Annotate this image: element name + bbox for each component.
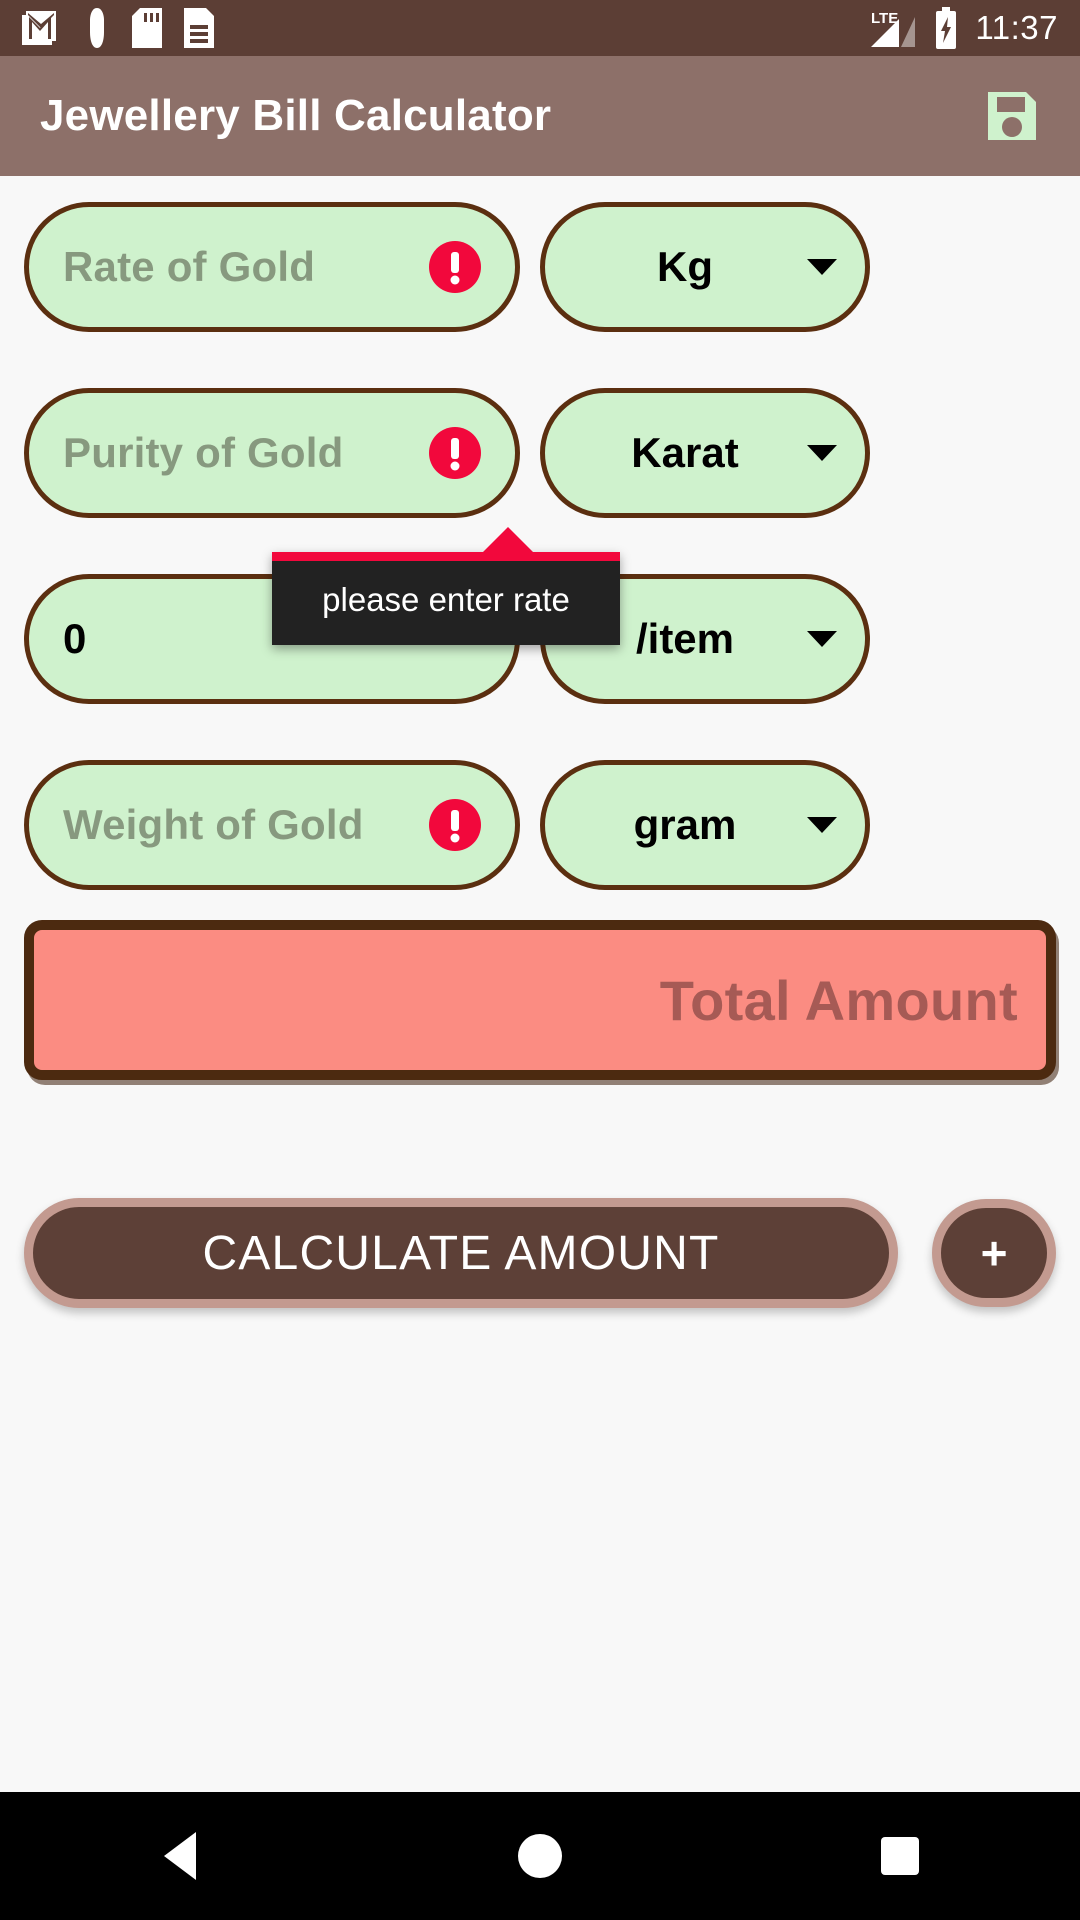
- rate-error-tooltip: please enter rate: [272, 527, 620, 645]
- page-title: Jewellery Bill Calculator: [40, 91, 552, 140]
- plus-icon: +: [980, 1227, 1008, 1279]
- nav-recents-button[interactable]: [810, 1792, 990, 1920]
- add-item-button[interactable]: +: [932, 1199, 1056, 1307]
- nav-back-button[interactable]: [90, 1792, 270, 1920]
- chevron-down-icon: [807, 259, 837, 275]
- android-navigation-bar: [0, 1792, 1080, 1920]
- chevron-down-icon: [807, 817, 837, 833]
- calculate-amount-button[interactable]: CALCULATE AMOUNT: [24, 1198, 898, 1308]
- lte-signal-icon: LTE: [871, 10, 916, 47]
- rate-unit-dropdown[interactable]: Kg: [540, 202, 870, 332]
- app-bar-actions: [984, 88, 1040, 144]
- rate-of-gold-input[interactable]: Rate of Gold: [24, 202, 520, 332]
- usb-debug-icon: [90, 8, 104, 48]
- calculate-amount-label: CALCULATE AMOUNT: [202, 1226, 720, 1280]
- chevron-down-icon: [807, 631, 837, 647]
- status-bar-left-icons: [22, 8, 214, 48]
- tooltip-arrow-icon: [482, 527, 534, 553]
- recents-square-icon: [881, 1837, 919, 1875]
- spacer-top: [0, 176, 1080, 202]
- battery-charging-icon: [936, 7, 957, 49]
- rate-error-tooltip-text: please enter rate: [322, 581, 570, 618]
- purity-of-gold-input[interactable]: Purity of Gold: [24, 388, 520, 518]
- action-button-row: CALCULATE AMOUNT +: [0, 1198, 1080, 1308]
- weight-of-gold-placeholder: Weight of Gold: [63, 801, 364, 848]
- gmail-icon: [22, 11, 56, 45]
- status-bar-clock: 11:37: [975, 9, 1058, 46]
- total-amount-label: Total Amount: [659, 968, 1018, 1032]
- rate-unit-label: Kg: [657, 243, 713, 290]
- weight-unit-dropdown[interactable]: gram: [540, 760, 870, 890]
- form-row-purity: Purity of Gold Karat: [0, 388, 1080, 518]
- total-amount-field[interactable]: Total Amount: [24, 920, 1056, 1080]
- making-charge-value: 0: [63, 615, 87, 662]
- form-content: Rate of Gold Kg Purity of Gold Karat 0 /…: [0, 176, 1080, 1308]
- error-exclamation-icon: [429, 241, 481, 293]
- purity-of-gold-placeholder: Purity of Gold: [63, 429, 344, 476]
- chevron-down-icon: [807, 445, 837, 461]
- error-exclamation-icon: [429, 799, 481, 851]
- nav-home-button[interactable]: [450, 1792, 630, 1920]
- status-bar: LTE 11:37: [0, 0, 1080, 56]
- save-floppy-icon[interactable]: [984, 88, 1040, 144]
- total-amount-wrap: Total Amount: [0, 920, 1080, 1080]
- status-bar-right-icons: LTE 11:37: [869, 7, 1058, 49]
- rate-of-gold-placeholder: Rate of Gold: [63, 243, 316, 290]
- purity-unit-label: Karat: [631, 429, 739, 476]
- error-exclamation-icon: [429, 427, 481, 479]
- weight-of-gold-input[interactable]: Weight of Gold: [24, 760, 520, 890]
- weight-unit-label: gram: [633, 801, 737, 848]
- back-triangle-icon: [164, 1832, 196, 1880]
- app-bar: Jewellery Bill Calculator: [0, 56, 1080, 176]
- form-row-rate: Rate of Gold Kg: [0, 202, 1080, 332]
- sd-card-icon: [132, 8, 162, 48]
- home-circle-icon: [518, 1834, 562, 1878]
- document-icon: [184, 8, 214, 48]
- purity-unit-dropdown[interactable]: Karat: [540, 388, 870, 518]
- form-row-weight: Weight of Gold gram: [0, 760, 1080, 890]
